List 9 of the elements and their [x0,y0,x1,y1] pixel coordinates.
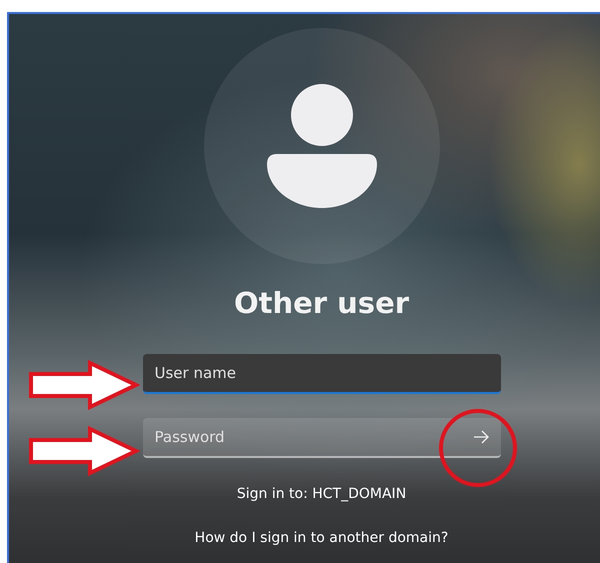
user-title: Other user [234,286,410,320]
text-input[interactable]: Password [152,427,468,447]
user-silhouette-icon [266,84,376,208]
username-field[interactable]: User name [142,354,500,394]
text-input[interactable]: User name [152,363,492,383]
help-link[interactable]: How do I sign in to another domain? [194,530,448,546]
password-field[interactable]: Password [142,418,500,458]
arrow-right-icon [472,430,488,444]
sign-in-domain-text: Sign in to: HCT_DOMAIN [236,486,406,502]
